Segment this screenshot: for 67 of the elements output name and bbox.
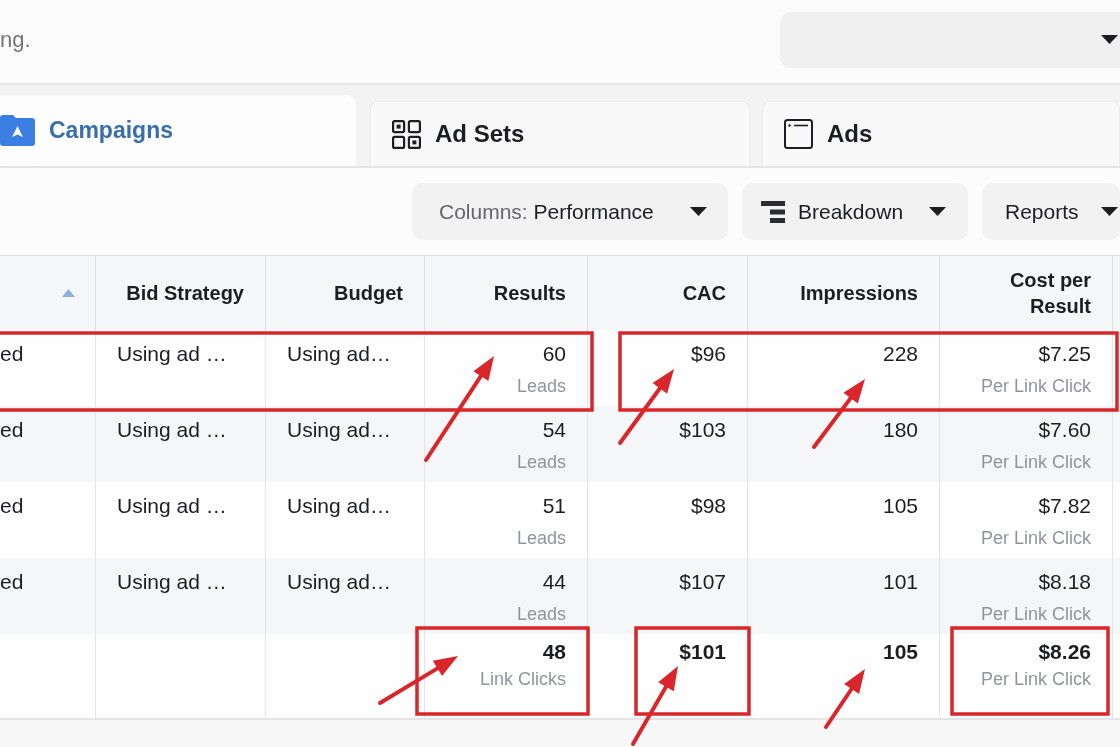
cell-value: $7.82 (1038, 494, 1091, 518)
cell-text: $103 (679, 418, 726, 442)
cell-unit: Leads (516, 375, 566, 397)
cell-unit: Per Link Click (980, 527, 1091, 549)
caret-icon (1101, 207, 1118, 216)
cell-text: Using ad … (117, 570, 227, 594)
cell-unit: Per Link Click (980, 451, 1091, 473)
tab[interactable]: Ads (762, 101, 1120, 166)
reports-dropdown[interactable]: Reports (982, 183, 1120, 240)
column-header[interactable]: CAC (682, 280, 726, 306)
caret-icon (690, 207, 707, 216)
cell-text: $107 (679, 570, 726, 594)
cell-text: Using ad… (287, 570, 391, 594)
sort-ascending-icon[interactable] (62, 289, 75, 297)
cell-text: $101 (679, 640, 726, 664)
cell-text: $96 (690, 342, 726, 366)
annotation-arrow (824, 669, 865, 729)
cell-unit: Leads (516, 603, 566, 625)
cell-unit: Leads (516, 451, 566, 473)
columns-dropdown[interactable]: Columns: Performance (412, 183, 728, 240)
cell-value: $7.60 (1038, 418, 1091, 442)
cell-text: ed (0, 418, 24, 442)
annotation-arrow (812, 379, 865, 449)
cell-unit: Per Link Click (980, 375, 1091, 397)
cell-unit: Link Clicks (479, 668, 566, 690)
cell-value: 60 (542, 342, 566, 366)
cell-text: ed (0, 570, 24, 594)
cell-unit: Per Link Click (980, 603, 1091, 625)
cell-text: Using ad … (117, 342, 227, 366)
cell-value: $8.18 (1038, 570, 1091, 594)
cell-value: $8.26 (1038, 640, 1091, 664)
cell-text: Using ad … (117, 418, 227, 442)
cell-text: 180 (882, 418, 918, 442)
cell-value: 44 (542, 570, 566, 594)
cell-value: 48 (542, 640, 566, 664)
cell-text: ed (0, 494, 24, 518)
cell-text: 101 (882, 570, 918, 594)
breakdown-dropdown[interactable]: Breakdown (742, 183, 968, 240)
cell-text: ed (0, 342, 24, 366)
window-icon (784, 119, 813, 149)
column-header[interactable]: Results (493, 280, 566, 306)
cell-text: Using ad… (287, 342, 391, 366)
cell-value: $7.25 (1038, 342, 1091, 366)
stacked-bars-icon (761, 200, 785, 223)
cell-text: Using ad… (287, 494, 391, 518)
column-header[interactable]: Impressions (800, 280, 918, 306)
cell-text: 228 (882, 342, 918, 366)
tab[interactable]: Ad Sets (370, 101, 750, 166)
cell-value: 54 (542, 418, 566, 442)
folder-icon (0, 115, 35, 146)
header-text: ng. (0, 26, 31, 54)
grid-icon (392, 119, 421, 149)
caret-icon (929, 207, 946, 216)
cell-text: 105 (882, 640, 918, 664)
cell-text: $98 (690, 494, 726, 518)
column-header[interactable]: Budget (334, 280, 403, 306)
column-header[interactable]: Bid Strategy (126, 280, 244, 306)
caret-icon (1101, 35, 1118, 44)
dropdown-button[interactable] (780, 11, 1120, 68)
cell-value: 51 (542, 494, 566, 518)
cell-unit: Per Link Click (980, 668, 1091, 690)
cell-text: Using ad … (117, 494, 227, 518)
tab[interactable]: Campaigns (0, 95, 356, 166)
column-header[interactable]: Cost per Result (970, 267, 1091, 319)
cell-text: 105 (882, 494, 918, 518)
cell-text: Using ad… (287, 418, 391, 442)
cell-unit: Leads (516, 527, 566, 549)
